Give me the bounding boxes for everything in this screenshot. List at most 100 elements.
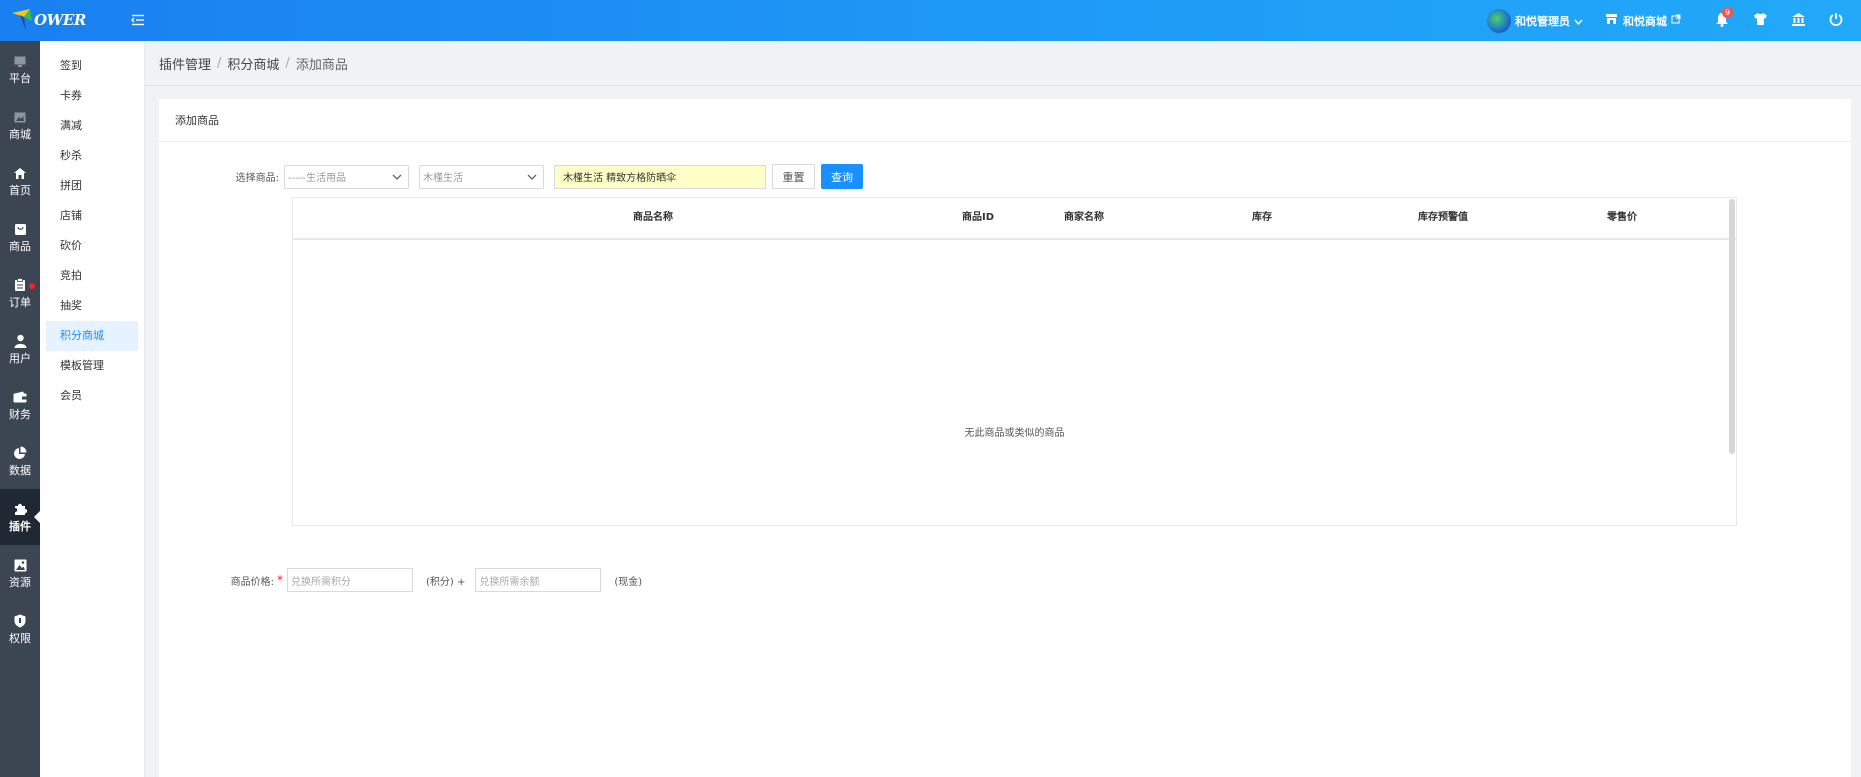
pie-chart-icon [12,445,28,461]
submenu-item-bargain[interactable]: 砍价 [46,231,138,261]
column-header-retail-price: 零售价 [1607,212,1637,223]
submenu-item-sign-in[interactable]: 签到 [46,51,138,81]
shield-icon [12,613,28,629]
shop-label: 和悦商城 [1623,14,1667,28]
sidebar-item-data[interactable]: 数据 [0,433,40,489]
shirt-icon [1753,12,1768,29]
sidebar-item-label: 资源 [9,576,31,589]
home-icon [12,165,28,181]
logo[interactable]: OWER [10,6,92,34]
submenu-item-auction[interactable]: 竞拍 [46,261,138,291]
column-header-stock: 库存 [1252,212,1272,223]
sidebar-item-resource[interactable]: 资源 [0,545,40,601]
submenu-item-points-mall[interactable]: 积分商城 [46,321,138,351]
order-icon [12,277,28,293]
brand-select-value: 木槿生活 [423,173,463,184]
sidebar-item-order[interactable]: 订单 [0,265,40,321]
submenu-item-flash-sale[interactable]: 秒杀 [46,141,138,171]
submenu-item-coupon[interactable]: 卡券 [46,81,138,111]
mall-icon [12,109,28,125]
cash-input[interactable]: 兑换所需余额 [475,568,602,592]
external-link-icon [1671,14,1681,27]
goods-icon [12,221,28,237]
chevron-down-icon [1574,14,1583,28]
breadcrumb-separator: / [285,55,290,71]
card-title: 添加商品 [159,99,1851,142]
points-input[interactable]: 兑换所需积分 [287,568,413,592]
logo-mark-icon [10,7,38,33]
add-goods-card: 添加商品 选择商品: -----生活用品 木槿生活 木槿生活 精致方格防晒伞 重… [159,99,1851,777]
sidebar-item-label: 财务 [9,408,31,421]
admin-menu[interactable]: 和悦管理员 [1487,8,1583,33]
theme-button[interactable] [1741,0,1779,41]
empty-table-message: 无此商品或类似的商品 [964,428,1065,439]
sidebar-item-mall[interactable]: 商城 [0,97,40,153]
reset-button[interactable]: 重置 [772,164,815,189]
sidebar-item-label: 商城 [9,128,31,141]
chevron-down-icon [392,173,402,181]
sidebar-item-label: 用户 [9,352,31,365]
sidebar-item-platform[interactable]: 平台 [0,41,40,97]
submenu-item-lottery[interactable]: 抽奖 [46,291,138,321]
submenu-item-member[interactable]: 会员 [46,381,138,411]
power-icon [1829,12,1843,29]
bank-icon [1791,12,1806,29]
sidebar-item-label: 平台 [9,72,31,85]
top-bar: OWER 和悦管理员 和悦商城 9 [0,0,1861,41]
sidebar-item-permission[interactable]: 权限 [0,601,40,657]
sidebar-item-plugin[interactable]: 插件 [0,489,40,545]
breadcrumb-plugin-management[interactable]: 插件管理 [159,54,211,73]
sidebar-item-label: 权限 [9,632,31,645]
category-select[interactable]: -----生活用品 [284,164,409,189]
sidebar-item-finance[interactable]: 财务 [0,377,40,433]
query-button[interactable]: 查询 [821,164,863,189]
goods-search-input[interactable]: 木槿生活 精致方格防晒伞 [554,164,766,189]
menu-toggle-icon[interactable] [130,12,146,28]
column-header-goods-name: 商品名称 [633,212,673,223]
price-label: 商品价格: [230,576,274,588]
logo-text: OWER [34,11,86,29]
wallet-icon [12,389,28,405]
breadcrumb-separator: / [217,55,222,71]
main-sidebar: 平台 商城 首页 商品 订单 用户 财务 数据 插件 资源 权限 [0,41,40,777]
category-select-value: -----生活用品 [288,173,347,184]
sidebar-item-user[interactable]: 用户 [0,321,40,377]
breadcrumb-points-mall[interactable]: 积分商城 [227,54,279,73]
goods-select-row: 选择商品: -----生活用品 木槿生活 木槿生活 精致方格防晒伞 重置 查询 [159,164,863,189]
notification-button[interactable]: 9 [1703,0,1741,41]
chevron-down-icon [527,173,537,181]
sidebar-item-home[interactable]: 首页 [0,153,40,209]
search-input-value: 木槿生活 精致方格防晒伞 [563,173,677,184]
shop-link[interactable]: 和悦商城 [1605,13,1681,29]
table-scrollbar[interactable] [1729,199,1735,454]
image-icon [12,557,28,573]
select-goods-label: 选择商品: [235,173,279,184]
breadcrumb-add-goods: 添加商品 [295,57,348,73]
breadcrumb: 插件管理 / 积分商城 / 添加商品 [145,41,1861,86]
admin-name: 和悦管理员 [1515,14,1570,28]
submenu-item-discount[interactable]: 满减 [46,111,138,141]
puzzle-icon [12,501,28,517]
submenu-item-template[interactable]: 模板管理 [46,351,138,381]
points-unit: (积分) + [426,576,466,588]
table-header: 商品名称 商品ID 商家名称 库存 库存预警值 零售价 [293,198,1736,240]
goods-table: 商品名称 商品ID 商家名称 库存 库存预警值 零售价 无此商品或类似的商品 [292,197,1737,526]
avatar [1487,8,1511,33]
submenu-item-store[interactable]: 店铺 [46,201,138,231]
sidebar-item-label: 插件 [9,520,31,533]
bank-button[interactable] [1779,0,1817,41]
sidebar-item-label: 订单 [9,296,31,309]
required-mark: * [277,573,283,587]
brand-select[interactable]: 木槿生活 [419,164,544,189]
plugin-submenu: 签到 卡券 满减 秒杀 拼团 店铺 砍价 竞拍 抽奖 积分商城 模板管理 会员 [40,41,145,777]
column-header-goods-id: 商品ID [961,212,995,223]
sidebar-item-label: 首页 [9,184,31,197]
user-icon [12,333,28,349]
sidebar-item-goods[interactable]: 商品 [0,209,40,265]
notification-badge: 9 [1722,7,1733,18]
submenu-item-group-buy[interactable]: 拼团 [46,171,138,201]
order-alert-dot [29,283,35,289]
logout-button[interactable] [1817,0,1855,41]
price-row: 商品价格: * 兑换所需积分 (积分) + 兑换所需余额 (现金) [159,568,642,592]
column-header-stock-warning: 库存预警值 [1418,212,1468,223]
